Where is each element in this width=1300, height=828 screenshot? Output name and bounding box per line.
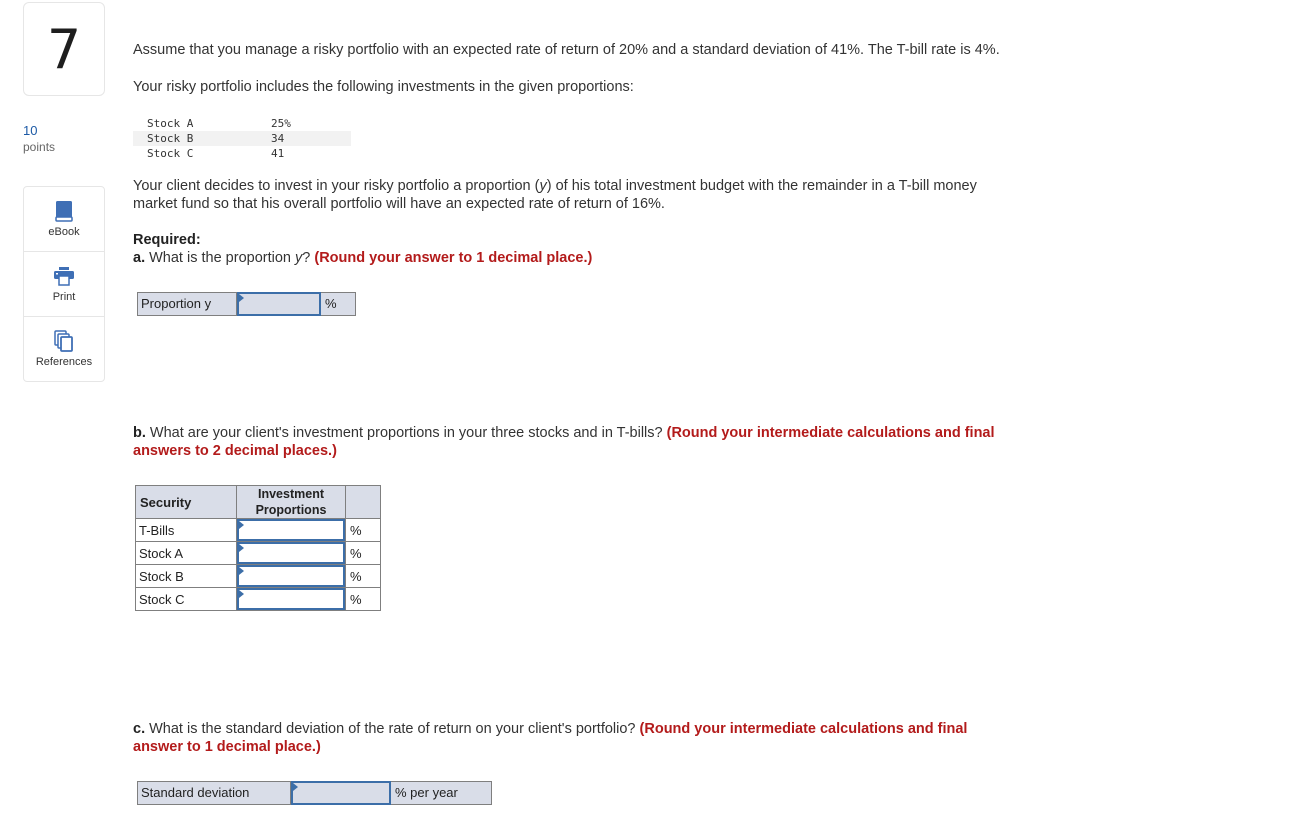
security-name: Stock C [135, 587, 237, 611]
tbills-proportion-input[interactable] [239, 521, 343, 539]
stock-a-proportion-input[interactable] [239, 544, 343, 562]
holding-row: Stock C 41 [133, 146, 351, 161]
security-name: Stock A [135, 541, 237, 565]
holding-name: Stock A [147, 117, 194, 130]
table-row: Stock C % [135, 587, 381, 611]
question-number-box: 7 [23, 2, 105, 96]
tools-panel: eBook Print References [23, 186, 105, 382]
client-text-1: Your client decides to invest in your ri… [133, 178, 977, 194]
standard-deviation-row: Standard deviation % per year [137, 781, 492, 805]
unit-label: % [345, 518, 381, 542]
required-heading: Required: [133, 232, 201, 248]
book-icon [55, 200, 73, 222]
ebook-label: eBook [48, 226, 80, 238]
holding-name: Stock B [133, 131, 243, 146]
references-button[interactable]: References [24, 317, 104, 381]
input-flag-icon [293, 783, 298, 791]
proportions-header-row: Security Investment Proportions [135, 485, 381, 519]
holding-value: 34 [271, 132, 285, 145]
unit-label: % [345, 541, 381, 565]
security-name: T-Bills [135, 518, 237, 542]
points-info: 10 points [23, 122, 55, 155]
copy-pages-icon [54, 330, 74, 352]
security-name: Stock B [135, 564, 237, 588]
references-label: References [35, 356, 93, 368]
input-flag-icon [239, 521, 244, 529]
holding-value: 41 [271, 147, 285, 160]
unit-label: % [345, 587, 381, 611]
question-number: 7 [46, 18, 82, 81]
unit-label: % [345, 564, 381, 588]
points-value: 10 [23, 123, 38, 138]
intro-text-2: Your risky portfolio includes the follow… [133, 79, 634, 95]
holding-row: Stock B 34 [133, 131, 351, 146]
print-label: Print [52, 291, 76, 303]
part-b-question-2: answers to 2 decimal places.) [133, 443, 337, 459]
holding-value: 25% [271, 117, 291, 130]
part-c-question-2: answer to 1 decimal place.) [133, 739, 321, 755]
holdings-table: Stock A 25% Stock B 34 Stock C 41 [133, 116, 351, 161]
security-header: Security [135, 485, 237, 519]
holding-row: Stock A 25% [133, 116, 351, 131]
input-flag-icon [239, 567, 244, 575]
proportions-table: Security Investment Proportions T-Bills %… [135, 485, 381, 611]
unit-header [345, 485, 381, 519]
printer-icon [53, 265, 75, 287]
proportion-y-label: Proportion y [138, 293, 237, 315]
proportion-y-row: Proportion y % [137, 292, 356, 316]
proportion-y-unit: % [325, 296, 337, 311]
part-a-instruction: (Round your answer to 1 decimal place.) [314, 250, 593, 266]
print-button[interactable]: Print [24, 252, 104, 317]
proportions-header: Investment Proportions [236, 485, 346, 519]
proportion-y-input[interactable] [239, 294, 319, 314]
input-flag-icon [239, 294, 244, 302]
table-row: Stock A % [135, 541, 381, 565]
intro-text-1: Assume that you manage a risky portfolio… [133, 42, 1000, 58]
input-flag-icon [239, 590, 244, 598]
ebook-button[interactable]: eBook [24, 187, 104, 252]
standard-deviation-input[interactable] [293, 783, 389, 803]
part-c-question-1: c. What is the standard deviation of the… [133, 721, 968, 737]
points-label: points [23, 140, 56, 154]
input-flag-icon [239, 544, 244, 552]
stock-b-proportion-input[interactable] [239, 567, 343, 585]
table-row: Stock B % [135, 564, 381, 588]
part-a-question: a. What is the proportion y? (Round your… [133, 250, 593, 266]
client-text-2: market fund so that his overall portfoli… [133, 196, 665, 212]
standard-deviation-label: Standard deviation [138, 782, 291, 804]
holding-name: Stock C [147, 147, 194, 160]
stock-c-proportion-input[interactable] [239, 590, 343, 608]
part-b-question-1: b. What are your client's investment pro… [133, 425, 995, 441]
table-row: T-Bills % [135, 518, 381, 542]
standard-deviation-unit: % per year [395, 785, 458, 800]
